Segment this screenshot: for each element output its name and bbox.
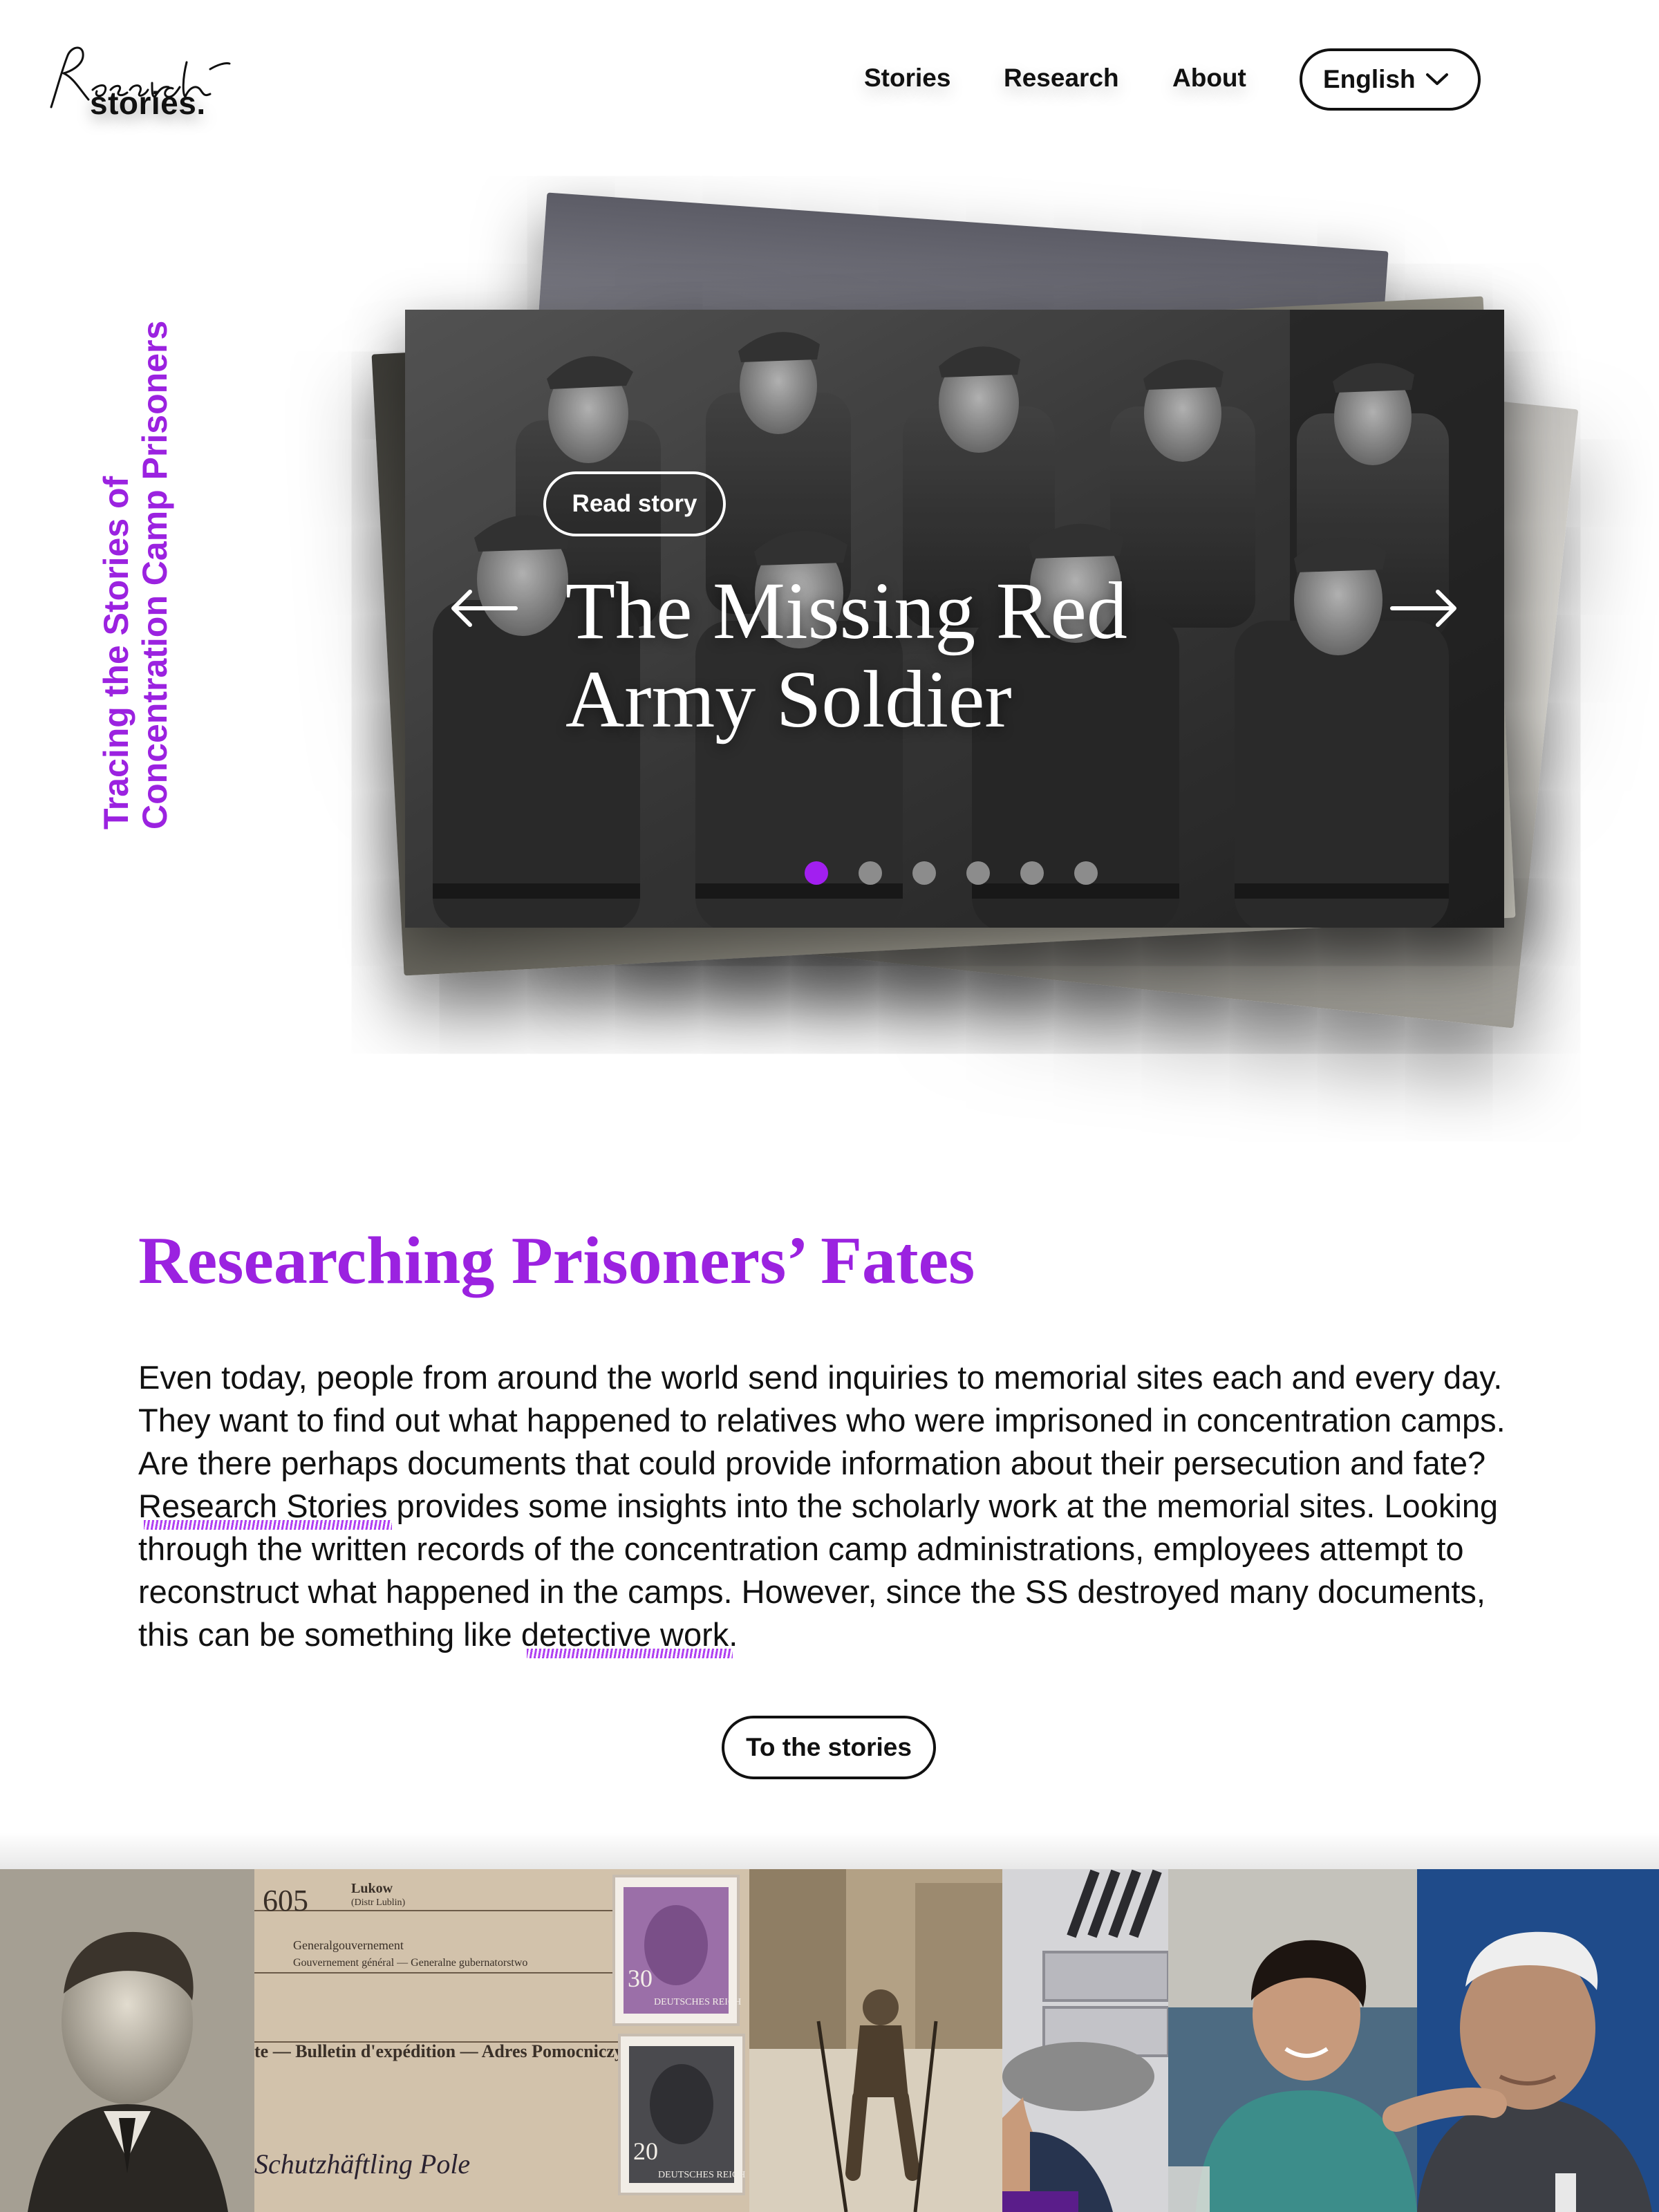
stamp-text: DEUTSCHES REICH (654, 1997, 741, 2007)
section-title: Researching Prisoners’ Fates (138, 1224, 975, 1298)
nav-research[interactable]: Research (1004, 64, 1119, 93)
intro-paragraph: Even today, people from around the world… (138, 1356, 1507, 1656)
stamp-value: 30 (628, 1965, 653, 1992)
portrait-photo[interactable] (0, 1869, 254, 2212)
logo-wordmark: stories. (90, 85, 206, 121)
document-gov: Generalgouvernement (293, 1938, 404, 1952)
arrow-left-icon[interactable] (447, 588, 523, 629)
logo[interactable]: stories. (44, 41, 231, 124)
carousel-dot[interactable] (912, 861, 936, 885)
document-district: (Distr Lublin) (351, 1897, 405, 1908)
strip-shadow (0, 1832, 1659, 1873)
people-photo[interactable] (1168, 1869, 1659, 2212)
carousel-dot[interactable] (1020, 861, 1044, 885)
detective-work-link[interactable]: detective work (521, 1616, 729, 1653)
intro-text: . (729, 1616, 738, 1653)
document-photo[interactable]: 605 Lukow (Distr Lublin) Generalgouverne… (254, 1869, 749, 2212)
document-gov2: Gouvernement général — Generalne guberna… (293, 1957, 527, 1969)
stamp-value: 20 (633, 2137, 658, 2165)
carousel-dot[interactable] (805, 861, 828, 885)
intro-text: Even today, people from around the world… (138, 1359, 1506, 1481)
nav-stories[interactable]: Stories (864, 64, 950, 93)
document-town: Lukow (351, 1881, 393, 1896)
to-the-stories-button[interactable]: To the stories (722, 1716, 936, 1779)
nav-about[interactable]: About (1172, 64, 1246, 93)
stamp-text: DEUTSCHES REICH (658, 2170, 745, 2180)
document-number: 605 (263, 1884, 308, 1918)
language-label: English (1323, 65, 1416, 93)
vertical-tagline: Tracing the Stories of Concentration Cam… (97, 320, 174, 830)
carousel-dots (805, 861, 1098, 885)
carousel-dot[interactable] (859, 861, 882, 885)
document-handwriting: Schutzhäftling Pole (254, 2148, 470, 2180)
hero-title: The Missing Red Army Soldier (565, 565, 1127, 744)
carousel-dot[interactable] (1074, 861, 1098, 885)
photo-strip: 605 Lukow (Distr Lublin) Generalgouverne… (0, 1869, 1659, 2212)
read-story-button[interactable]: Read story (543, 471, 726, 536)
carousel-dot[interactable] (966, 861, 990, 885)
language-selector[interactable]: English (1300, 48, 1481, 111)
chevron-down-icon (1425, 73, 1448, 85)
research-stories-link[interactable]: Research Stories (138, 1488, 388, 1524)
document-bulletin: te — Bulletin d'expédition — Adres Pomoc… (254, 2041, 624, 2061)
winter-street-photo[interactable] (749, 1869, 1002, 2212)
archive-photo[interactable] (1002, 1869, 1168, 2212)
arrow-right-icon[interactable] (1385, 588, 1461, 629)
